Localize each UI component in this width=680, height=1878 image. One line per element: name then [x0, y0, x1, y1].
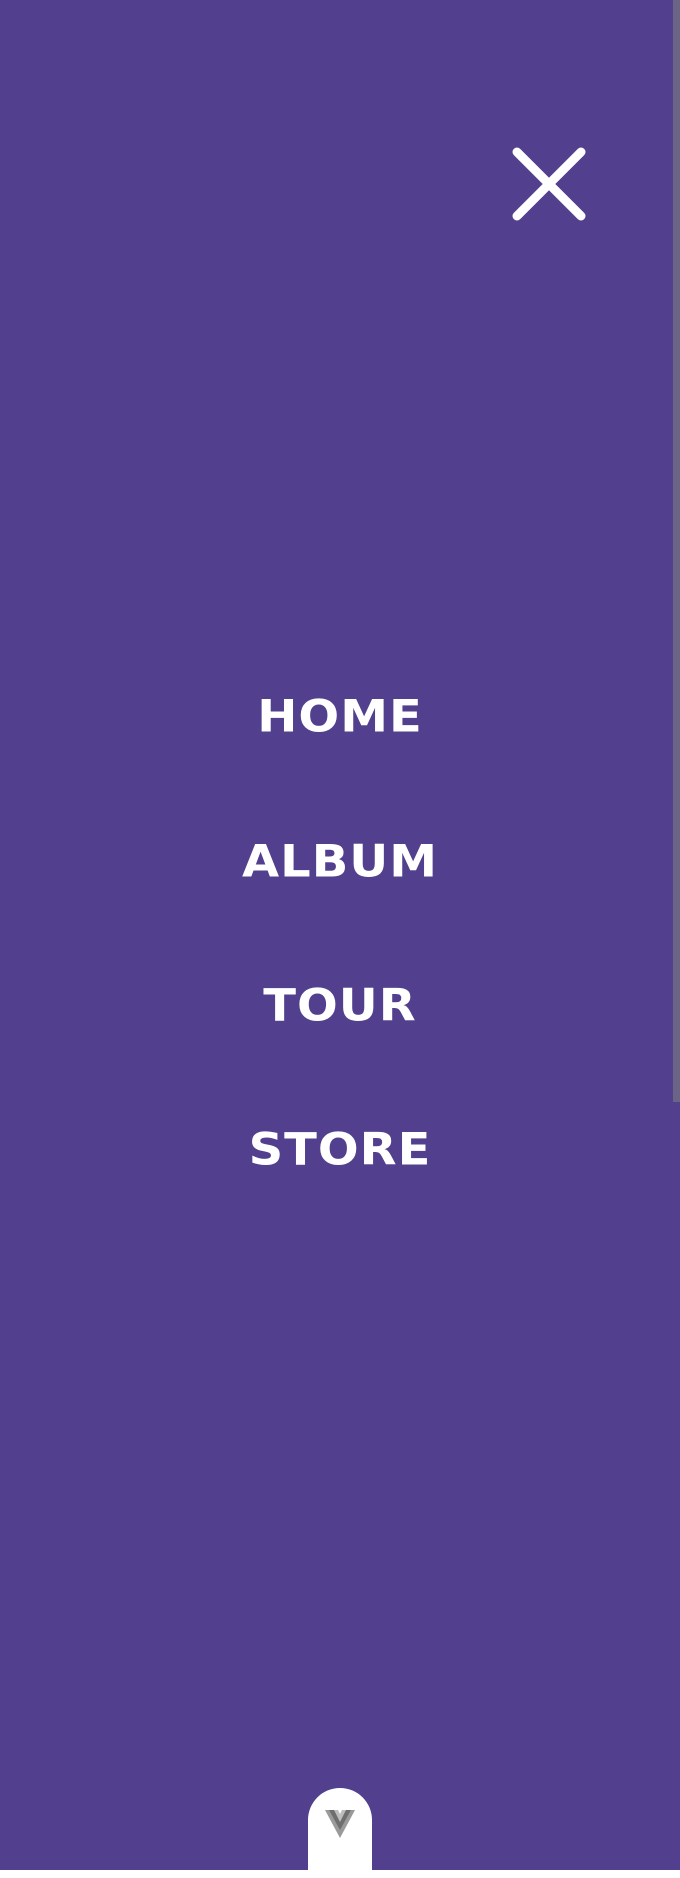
nav-item-tour: TOUR — [0, 966, 680, 1046]
nav-link-album[interactable]: ALBUM — [242, 825, 438, 899]
close-menu-button[interactable] — [507, 142, 591, 226]
nav-item-store: STORE — [0, 1110, 680, 1190]
nav-link-tour[interactable]: TOUR — [263, 969, 416, 1043]
nav-item-album: ALBUM — [0, 822, 680, 902]
nav-link-home[interactable]: HOME — [257, 680, 423, 754]
footer-logo-button[interactable] — [308, 1788, 372, 1878]
nav-menu-overlay: HOME ALBUM TOUR STORE — [0, 0, 680, 1878]
scrollbar-thumb[interactable] — [673, 0, 680, 1102]
nav-item-home: HOME — [0, 677, 680, 757]
nav-link-store[interactable]: STORE — [249, 1113, 432, 1187]
close-icon — [512, 147, 586, 221]
v-logo-icon — [325, 1810, 355, 1838]
